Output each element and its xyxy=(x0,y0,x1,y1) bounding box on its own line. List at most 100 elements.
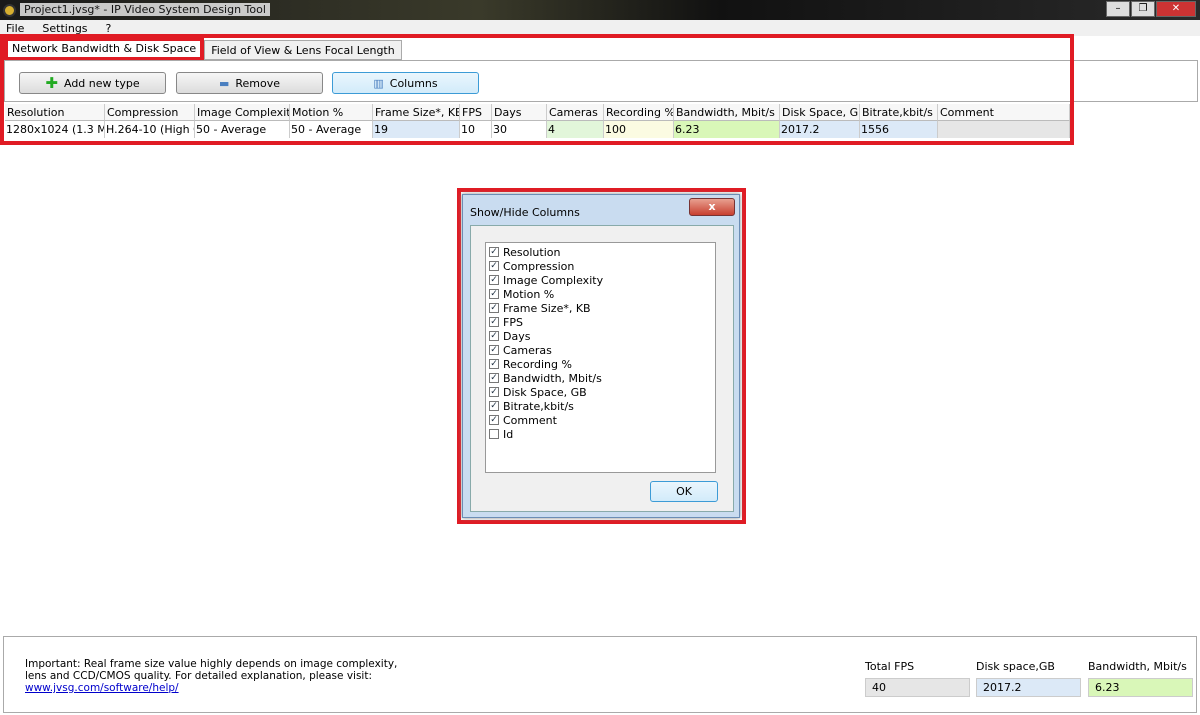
item-label: Comment xyxy=(503,413,557,427)
checkbox[interactable] xyxy=(489,429,499,439)
column-toggle-item[interactable]: ✓ Compression xyxy=(489,259,712,273)
column-header[interactable]: FPS xyxy=(460,104,492,121)
column-toggle-item[interactable]: ✓ Comment xyxy=(489,413,712,427)
table-cell[interactable]: 30 xyxy=(492,121,547,138)
table-cell[interactable]: 1556 xyxy=(860,121,938,138)
restore-button[interactable]: ❐ xyxy=(1131,1,1155,17)
column-header[interactable]: Image Complexity xyxy=(195,104,290,121)
ok-button[interactable]: OK xyxy=(650,481,718,502)
total-fps-value: 40 xyxy=(865,678,970,697)
item-label: Recording % xyxy=(503,357,572,371)
column-header[interactable]: Resolution xyxy=(5,104,105,121)
item-label: Disk Space, GB xyxy=(503,385,587,399)
checkbox[interactable]: ✓ xyxy=(489,275,499,285)
column-toggle-item[interactable]: ✓ Resolution xyxy=(489,245,712,259)
checkbox[interactable]: ✓ xyxy=(489,415,499,425)
show-hide-columns-dialog: Show/Hide Columns x ✓ Resolution ✓ Compress… xyxy=(462,194,740,518)
window-title: Project1.jvsg* - IP Video System Design … xyxy=(20,3,270,16)
bandwidth: Bandwidth, Mbit/s 6.23 xyxy=(1088,660,1193,697)
tab-field-of-view[interactable]: Field of View & Lens Focal Length xyxy=(204,40,402,60)
tab-network-bandwidth[interactable]: Network Bandwidth & Disk Space xyxy=(4,37,205,61)
total-fps: Total FPS 40 xyxy=(865,660,970,697)
bandwidth-value: 6.23 xyxy=(1088,678,1193,697)
remove-button[interactable]: ▬ Remove xyxy=(176,72,323,94)
item-label: Compression xyxy=(503,259,575,273)
dialog-close-button[interactable]: x xyxy=(689,198,735,216)
item-label: Cameras xyxy=(503,343,552,357)
table-cell[interactable]: H.264-10 (High Q xyxy=(105,121,195,138)
table-cell[interactable]: 50 - Average xyxy=(195,121,290,138)
checkbox[interactable]: ✓ xyxy=(489,345,499,355)
app-icon xyxy=(3,4,16,17)
menu-bar: File Settings ? xyxy=(0,20,1200,36)
checkbox[interactable]: ✓ xyxy=(489,359,499,369)
table-row[interactable]: 1280x1024 (1.3 MP)H.264-10 (High Q50 - A… xyxy=(5,121,1070,138)
info-note: Important: Real frame size value highly … xyxy=(25,658,398,694)
disk-space-value: 2017.2 xyxy=(976,678,1081,697)
column-header[interactable]: Recording % xyxy=(604,104,674,121)
column-toggle-item[interactable]: ✓ Disk Space, GB xyxy=(489,385,712,399)
menu-settings[interactable]: Settings xyxy=(42,20,87,36)
table-cell[interactable]: 19 xyxy=(373,121,460,138)
column-header[interactable]: Comment xyxy=(938,104,1070,121)
column-toggle-item[interactable]: ✓ Days xyxy=(489,329,712,343)
column-header[interactable]: Cameras xyxy=(547,104,604,121)
column-toggle-item[interactable]: ✓ Cameras xyxy=(489,343,712,357)
help-link[interactable]: www.jvsg.com/software/help/ xyxy=(25,682,179,694)
checkbox[interactable]: ✓ xyxy=(489,373,499,383)
item-label: Resolution xyxy=(503,245,561,259)
minus-icon: ▬ xyxy=(218,76,230,90)
disk-space: Disk space,GB 2017.2 xyxy=(976,660,1081,697)
menu-help[interactable]: ? xyxy=(106,20,112,36)
item-label: Bandwidth, Mbit/s xyxy=(503,371,602,385)
column-toggle-item[interactable]: ✓ Image Complexity xyxy=(489,273,712,287)
table-cell[interactable]: 2017.2 xyxy=(780,121,860,138)
columns-button[interactable]: ▥ Columns xyxy=(332,72,479,94)
checkbox[interactable]: ✓ xyxy=(489,303,499,313)
columns-icon: ▥ xyxy=(373,76,384,90)
column-header[interactable]: Motion % xyxy=(290,104,373,121)
checkbox[interactable]: ✓ xyxy=(489,401,499,411)
table-cell[interactable]: 50 - Average xyxy=(290,121,373,138)
table-cell[interactable]: 6.23 xyxy=(674,121,780,138)
checkbox[interactable]: ✓ xyxy=(489,289,499,299)
add-new-type-button[interactable]: ✚ Add new type xyxy=(19,72,166,94)
plus-icon: ✚ xyxy=(45,74,58,92)
item-label: Bitrate,kbit/s xyxy=(503,399,574,413)
table-cell[interactable]: 10 xyxy=(460,121,492,138)
minimize-button[interactable]: – xyxy=(1106,1,1130,17)
menu-file[interactable]: File xyxy=(6,20,24,36)
column-header[interactable]: Frame Size*, KB xyxy=(373,104,460,121)
table-cell[interactable]: 1280x1024 (1.3 MP) xyxy=(5,121,105,138)
checkbox[interactable]: ✓ xyxy=(489,261,499,271)
table-cell[interactable] xyxy=(938,121,1070,138)
close-button[interactable]: ✕ xyxy=(1156,1,1196,17)
checkbox[interactable]: ✓ xyxy=(489,331,499,341)
table-cell[interactable]: 100 xyxy=(604,121,674,138)
checkbox[interactable]: ✓ xyxy=(489,317,499,327)
column-header[interactable]: Bandwidth, Mbit/s xyxy=(674,104,780,121)
column-header[interactable]: Days xyxy=(492,104,547,121)
dialog-title: Show/Hide Columns xyxy=(470,206,580,219)
item-label: Days xyxy=(503,329,531,343)
table-cell[interactable]: 4 xyxy=(547,121,604,138)
column-toggle-item[interactable]: ✓ FPS xyxy=(489,315,712,329)
item-label: Frame Size*, KB xyxy=(503,301,591,315)
column-toggle-item[interactable]: ✓ Motion % xyxy=(489,287,712,301)
column-toggle-item[interactable]: Id xyxy=(489,427,712,441)
column-toggle-item[interactable]: ✓ Bitrate,kbit/s xyxy=(489,399,712,413)
column-toggle-item[interactable]: ✓ Bandwidth, Mbit/s xyxy=(489,371,712,385)
column-header[interactable]: Disk Space, GB xyxy=(780,104,860,121)
item-label: FPS xyxy=(503,315,523,329)
data-grid: Resolution Compression Image Complexity Mot… xyxy=(5,104,1070,138)
item-label: Motion % xyxy=(503,287,555,301)
item-label: Id xyxy=(503,427,514,441)
column-header[interactable]: Compression xyxy=(105,104,195,121)
checkbox[interactable]: ✓ xyxy=(489,247,499,257)
checkbox[interactable]: ✓ xyxy=(489,387,499,397)
column-header[interactable]: Bitrate,kbit/s xyxy=(860,104,938,121)
columns-list: ✓ Resolution ✓ Compression ✓ Image Complexity… xyxy=(485,242,716,473)
title-bar: Project1.jvsg* - IP Video System Design … xyxy=(0,0,1200,20)
column-toggle-item[interactable]: ✓ Recording % xyxy=(489,357,712,371)
column-toggle-item[interactable]: ✓ Frame Size*, KB xyxy=(489,301,712,315)
